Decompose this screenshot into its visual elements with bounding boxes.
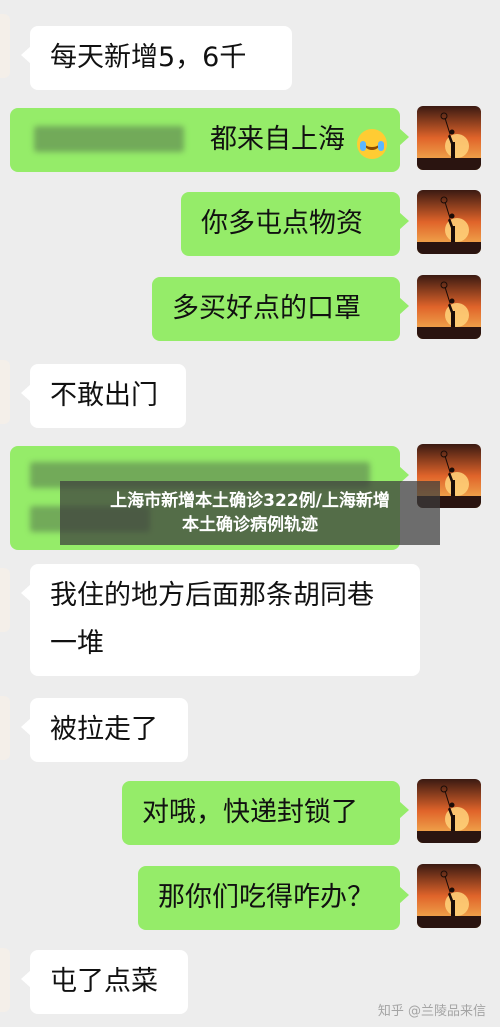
message-text: 那你们吃得咋办？ (158, 882, 374, 913)
self-avatar[interactable] (417, 779, 481, 843)
message-bubble-received[interactable]: 屯了点菜 (21, 950, 188, 1014)
message-text-line1: 我住的地方后面那条胡同巷 (50, 580, 374, 611)
caption-line2: 本土确诊病例轨迹 (182, 515, 318, 535)
contact-avatar[interactable] (0, 360, 10, 424)
message-bubble-sent[interactable]: 你多屯点物资 (181, 192, 409, 256)
message-bubble-received[interactable]: 我住的地方后面那条胡同巷 一堆 (21, 564, 420, 676)
self-avatar[interactable] (417, 190, 481, 254)
message-text: 屯了点菜 (50, 966, 158, 997)
message-text: 都来自上海 (210, 124, 345, 155)
message-bubble-sent[interactable]: 都来自上海 (10, 108, 409, 172)
sunset-silhouette-icon (417, 779, 481, 843)
crying-laughing-emoji-icon (357, 129, 387, 159)
news-caption-overlay: 上海市新增本土确诊322例/上海新增 本土确诊病例轨迹 (60, 481, 440, 545)
message-text-line2: 一堆 (50, 628, 104, 659)
contact-avatar[interactable] (0, 696, 10, 760)
message-text: 每天新增5，6千 (50, 42, 247, 73)
sunset-silhouette-icon (417, 864, 481, 928)
sunset-silhouette-icon (417, 106, 481, 170)
message-text: 多买好点的口罩 (172, 293, 361, 324)
sunset-silhouette-icon (417, 275, 481, 339)
message-text: 被拉走了 (50, 714, 158, 745)
message-text: 不敢出门 (50, 380, 158, 411)
message-bubble-received[interactable]: 每天新增5，6千 (21, 26, 292, 90)
blurred-text-region (34, 126, 184, 152)
self-avatar[interactable] (417, 864, 481, 928)
message-bubble-sent[interactable]: 对哦，快递封锁了 (122, 781, 409, 845)
contact-avatar[interactable] (0, 14, 10, 78)
watermark: 知乎 @兰陵品来信 (377, 1004, 486, 1019)
contact-avatar[interactable] (0, 948, 10, 1012)
message-text: 对哦，快递封锁了 (142, 797, 358, 828)
contact-avatar[interactable] (0, 568, 10, 632)
message-text: 你多屯点物资 (201, 208, 363, 239)
chat-screen: 每天新增5，6千 都来自上海 你多屯点物资 多买好点的口罩 不敢出门 我住的地方… (0, 0, 500, 1027)
message-bubble-sent[interactable]: 多买好点的口罩 (152, 277, 409, 341)
self-avatar[interactable] (417, 275, 481, 339)
sunset-silhouette-icon (417, 190, 481, 254)
message-bubble-sent[interactable]: 那你们吃得咋办？ (138, 866, 409, 930)
self-avatar[interactable] (417, 106, 481, 170)
caption-line1: 上海市新增本土确诊322例/上海新增 (110, 491, 390, 511)
message-bubble-received[interactable]: 被拉走了 (21, 698, 188, 762)
message-bubble-received[interactable]: 不敢出门 (21, 364, 186, 428)
